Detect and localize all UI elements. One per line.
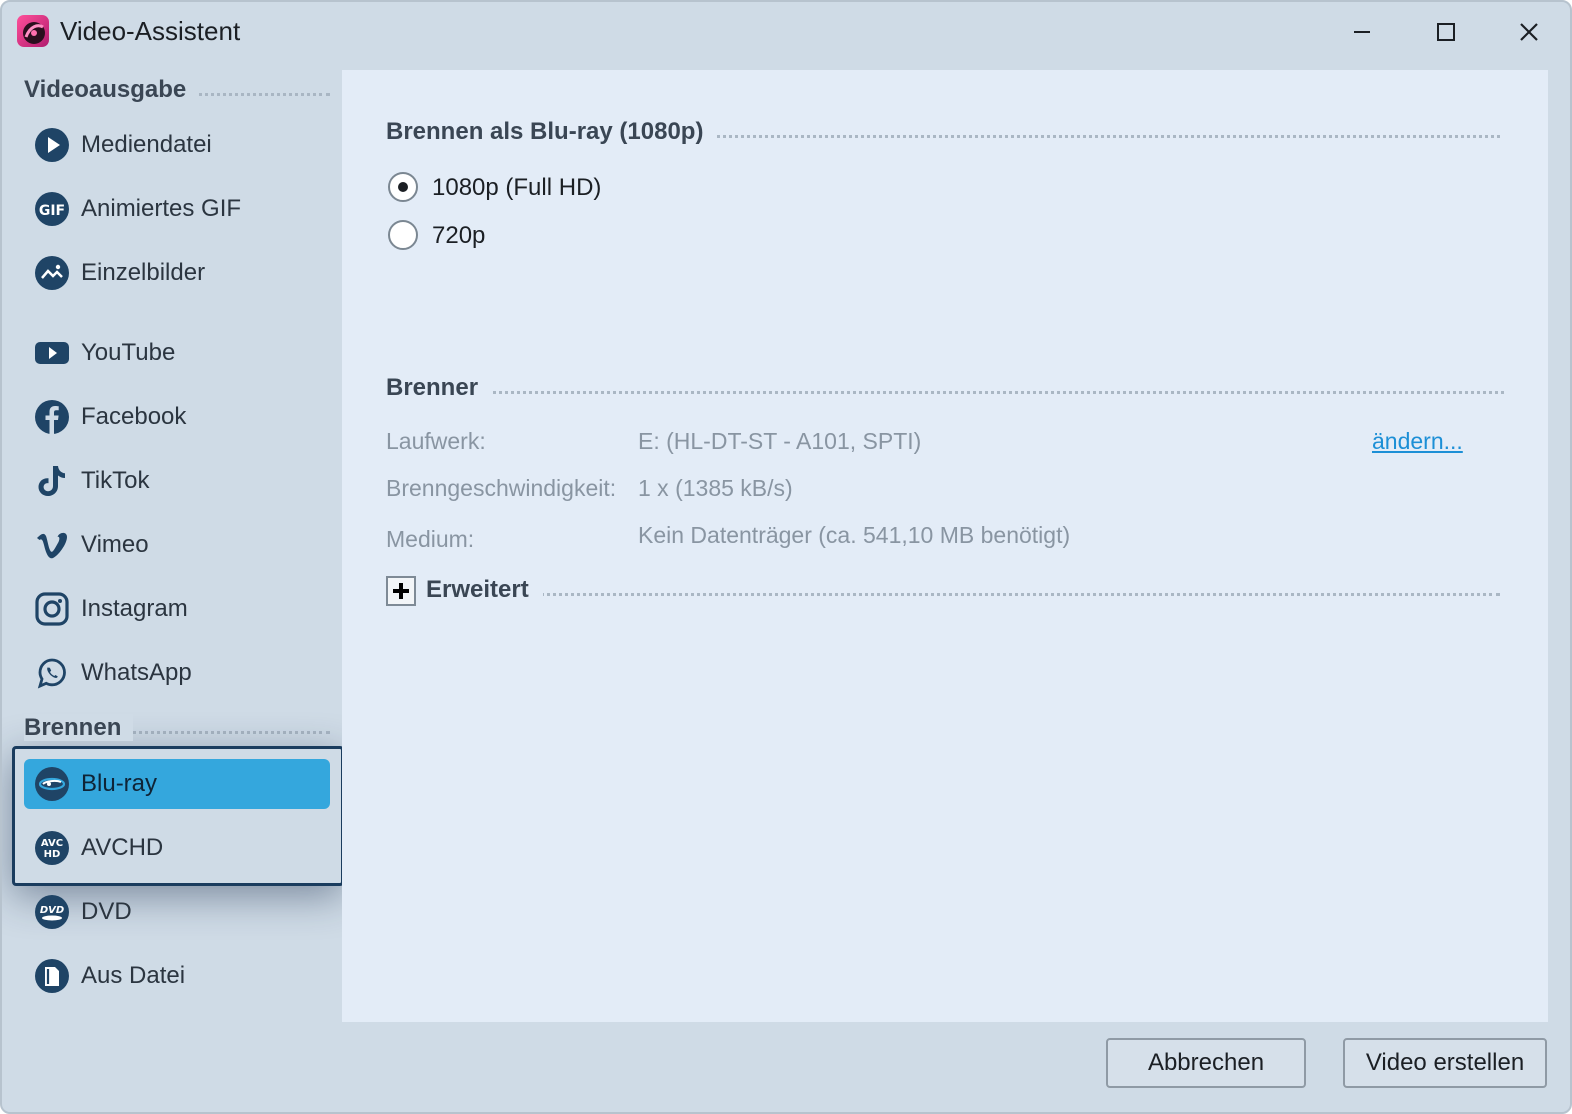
create-video-button[interactable]: Video erstellen	[1343, 1038, 1547, 1088]
medium-value: Kein Datenträger (ca. 541,10 MB benötigt…	[638, 522, 1071, 548]
facebook-icon	[35, 400, 69, 434]
minimize-icon	[1354, 31, 1370, 33]
burn-speed-label: Brenngeschwindigkeit:	[386, 475, 617, 501]
maximize-button[interactable]	[1426, 16, 1466, 48]
minimize-button[interactable]	[1342, 16, 1382, 48]
radio-button-720p[interactable]	[388, 220, 418, 250]
change-drive-link[interactable]: ändern...	[1372, 428, 1463, 455]
main-panel: Brennen als Blu-ray (1080p) 1080p (Full …	[342, 70, 1548, 1022]
sidebar-item-tiktok[interactable]: TikTok	[24, 456, 330, 506]
sidebar: Videoausgabe Mediendatei GIF Animiertes …	[2, 64, 344, 1112]
file-icon	[35, 959, 69, 993]
drive-label: Laufwerk:	[386, 428, 486, 454]
medium-label: Medium:	[386, 526, 475, 552]
section-heading-burn: Brennen	[24, 714, 330, 744]
instagram-icon	[35, 592, 69, 626]
sidebar-item-media-file[interactable]: Mediendatei	[24, 120, 330, 170]
sidebar-item-whatsapp[interactable]: WhatsApp	[24, 648, 330, 698]
tiktok-icon	[38, 466, 65, 496]
video-assistant-window: Video-Assistent Videoausgabe Mediendatei…	[0, 0, 1572, 1114]
sidebar-item-dvd[interactable]: DVD DVD	[24, 887, 330, 937]
svg-text:AVC: AVC	[41, 838, 63, 849]
svg-text:DVD: DVD	[40, 905, 64, 916]
sidebar-item-from-file[interactable]: Aus Datei	[24, 951, 330, 1001]
title-bar: Video-Assistent	[2, 2, 1570, 64]
sidebar-item-youtube[interactable]: YouTube	[24, 328, 330, 378]
sidebar-item-avchd[interactable]: AVC HD AVCHD	[24, 823, 330, 873]
whatsapp-icon	[37, 658, 66, 689]
sidebar-item-single-images[interactable]: Einzelbilder	[24, 248, 330, 298]
play-circle-icon	[35, 128, 69, 162]
burn-speed-value: 1 x (1385 kB/s)	[638, 475, 793, 501]
close-icon	[1520, 23, 1538, 41]
youtube-icon	[35, 342, 69, 364]
drive-value: E: (HL-DT-ST - A101, SPTI)	[638, 428, 922, 454]
image-icon	[35, 256, 69, 290]
sidebar-item-bluray[interactable]: Blu-ray	[24, 759, 330, 809]
gif-icon: GIF	[35, 192, 69, 226]
burner-group-heading: Brenner	[386, 374, 1504, 404]
advanced-group-heading[interactable]: Erweitert	[426, 576, 1500, 606]
avchd-icon: AVCHD	[35, 831, 69, 865]
svg-text:HD: HD	[44, 849, 61, 860]
close-button[interactable]	[1509, 16, 1549, 48]
radio-button-1080p[interactable]	[388, 172, 418, 202]
format-group-heading: Brennen als Blu-ray (1080p)	[386, 118, 1500, 148]
section-heading-video-output: Videoausgabe	[24, 76, 330, 106]
app-logo-icon	[17, 15, 49, 47]
maximize-icon	[1437, 23, 1455, 41]
dvd-icon: DVD	[35, 895, 69, 929]
sidebar-item-vimeo[interactable]: Vimeo	[24, 520, 330, 570]
sidebar-item-animated-gif[interactable]: GIF Animiertes GIF	[24, 184, 330, 234]
bluray-icon	[35, 767, 69, 801]
sidebar-item-facebook[interactable]: Facebook	[24, 392, 330, 442]
expand-advanced-button[interactable]	[386, 576, 416, 606]
svg-text:GIF: GIF	[39, 203, 65, 219]
cancel-button[interactable]: Abbrechen	[1106, 1038, 1306, 1088]
sidebar-item-instagram[interactable]: Instagram	[24, 584, 330, 634]
window-title: Video-Assistent	[60, 16, 241, 46]
vimeo-icon	[37, 532, 67, 559]
